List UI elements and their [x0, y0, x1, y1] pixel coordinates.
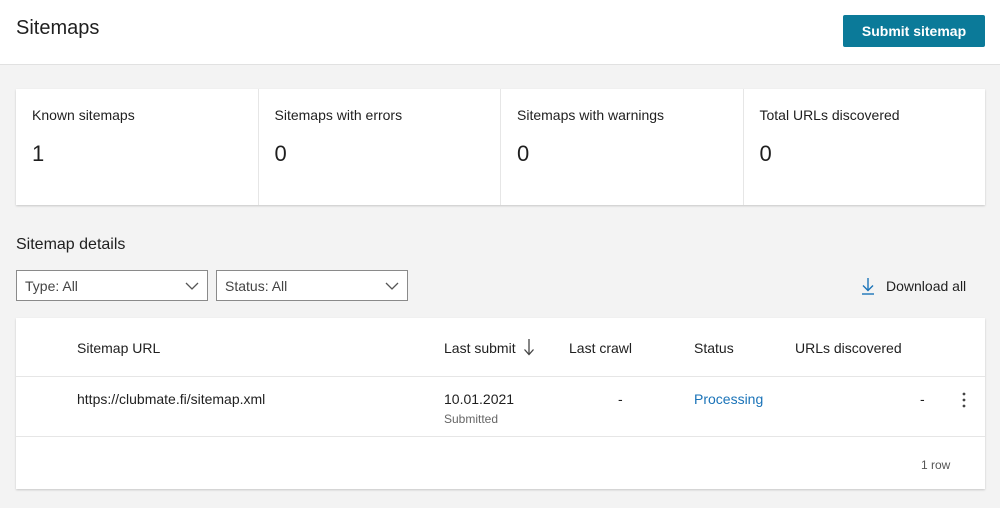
column-header-urls-discovered[interactable]: URLs discovered: [795, 340, 902, 356]
stat-label: Sitemaps with errors: [274, 107, 403, 123]
table-row[interactable]: https://clubmate.fi/sitemap.xml 10.01.20…: [16, 377, 985, 437]
status-filter-label: Status: All: [225, 278, 288, 294]
stat-known-sitemaps: Known sitemaps 1: [16, 89, 259, 205]
column-header-sitemap-url: Sitemap URL: [77, 340, 161, 356]
arrow-down-icon[interactable]: [523, 338, 535, 356]
type-filter-dropdown[interactable]: Type: All: [16, 270, 208, 301]
status-link[interactable]: Processing: [694, 391, 763, 407]
stat-sitemaps-with-warnings: Sitemaps with warnings 0: [501, 89, 744, 205]
stats-card: Known sitemaps 1 Sitemaps with errors 0 …: [16, 89, 985, 205]
type-filter-label: Type: All: [25, 278, 78, 294]
last-crawl-cell: -: [618, 391, 623, 407]
more-vertical-icon[interactable]: [954, 389, 974, 411]
urls-discovered-cell: -: [920, 391, 925, 407]
last-submit-cell: 10.01.2021: [444, 391, 515, 407]
download-icon: [862, 278, 874, 295]
status-filter-dropdown[interactable]: Status: All: [216, 270, 408, 301]
stat-value: 0: [274, 141, 287, 166]
row-count: 1 row: [921, 458, 951, 472]
download-all-label: Download all: [886, 278, 967, 294]
stat-value: 0: [759, 141, 772, 166]
column-header-status[interactable]: Status: [694, 340, 734, 356]
sitemap-table: Sitemap URL Last submit Last crawl Statu…: [16, 318, 985, 489]
stat-total-urls-discovered: Total URLs discovered 0: [744, 89, 986, 205]
chevron-down-icon: [385, 282, 399, 290]
stat-label: Sitemaps with warnings: [517, 107, 665, 123]
chevron-down-icon: [185, 282, 199, 290]
last-submit-subtext: Submitted: [444, 412, 499, 426]
section-title: Sitemap details: [16, 236, 126, 253]
stat-value: 0: [517, 141, 530, 166]
column-header-last-submit[interactable]: Last submit: [444, 340, 516, 356]
table-header: Sitemap URL Last submit Last crawl Statu…: [16, 318, 985, 377]
stat-value: 1: [32, 141, 45, 166]
submit-sitemap-button[interactable]: Submit sitemap: [843, 15, 985, 47]
stat-sitemaps-with-errors: Sitemaps with errors 0: [259, 89, 501, 205]
stat-label: Total URLs discovered: [759, 107, 900, 123]
sitemap-url-cell: https://clubmate.fi/sitemap.xml: [77, 391, 266, 407]
column-header-last-crawl[interactable]: Last crawl: [569, 340, 632, 356]
page-title: Sitemaps: [16, 17, 100, 39]
stat-label: Known sitemaps: [32, 107, 135, 123]
page-header: Sitemaps Submit sitemap: [0, 0, 1000, 65]
download-all-button[interactable]: Download all: [860, 276, 966, 296]
